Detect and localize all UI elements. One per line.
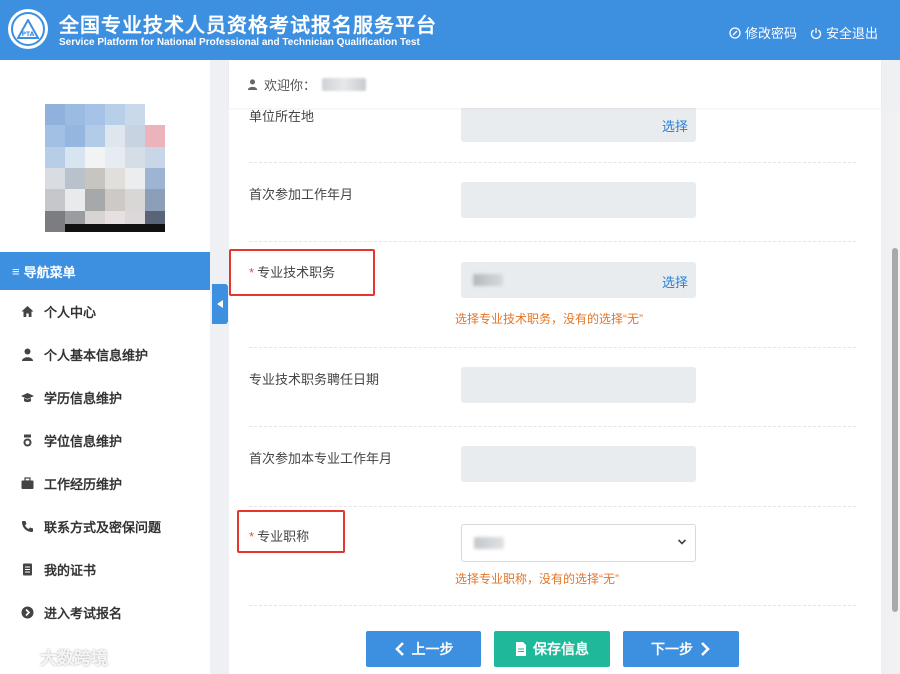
row-divider	[249, 347, 856, 348]
nav-menu-header: ≡ 导航菜单	[0, 252, 210, 290]
welcome-bar: 欢迎你：	[229, 60, 881, 108]
medal-icon	[23, 434, 32, 447]
highlight-box-tech-position	[229, 249, 375, 296]
tech-position-select-link[interactable]: 选择	[662, 272, 688, 291]
menu-icon: ≡	[12, 263, 20, 279]
sidebar-collapse-button[interactable]	[212, 284, 228, 324]
row-divider	[249, 605, 856, 606]
professional-title-hint: 选择专业职称，没有的选择“无”	[455, 572, 619, 586]
platform-title: 全国专业技术人员资格考试报名服务平台	[59, 13, 437, 37]
logout-link[interactable]: 安全退出	[810, 23, 878, 42]
first-major-work-date-field[interactable]	[461, 446, 696, 482]
chevron-down-icon	[677, 539, 687, 545]
watermark-logo-icon	[9, 648, 35, 665]
user-icon	[247, 78, 258, 90]
first-work-date-label: 首次参加工作年月	[249, 187, 354, 202]
row-divider	[249, 162, 856, 163]
phone-icon	[22, 521, 33, 532]
svg-text:PTA: PTA	[22, 31, 35, 38]
sidebar: ≡ 导航菜单 个人中心 个人基本信息维护 学历信息维护 学位信息维护 工作经历维…	[0, 60, 210, 674]
user-icon	[22, 348, 33, 361]
chevron-left-icon	[394, 642, 404, 656]
sidebar-item-basic-info[interactable]: 个人基本信息维护	[0, 333, 210, 376]
sidebar-item-certificates[interactable]: 我的证书	[0, 548, 210, 591]
main-form-panel: 单位所在地 选择 首次参加工作年月 * 专业技术职务 选择 选择专业技术职务，没有…	[229, 60, 881, 674]
sidebar-item-contact[interactable]: 联系方式及密保问题	[0, 505, 210, 548]
sidebar-item-exam-registration[interactable]: 进入考试报名	[0, 591, 210, 634]
unit-location-label: 单位所在地	[249, 109, 315, 124]
highlight-box-professional-title	[237, 510, 345, 553]
redacted-value	[474, 537, 504, 549]
tech-position-hint: 选择专业技术职务，没有的选择“无”	[455, 312, 643, 326]
row-divider	[249, 506, 856, 507]
graduation-cap-icon	[21, 393, 34, 403]
sidebar-item-personal-center[interactable]: 个人中心	[0, 290, 210, 333]
unit-location-field[interactable]: 选择	[461, 106, 696, 142]
save-info-button[interactable]: 保存信息	[494, 631, 610, 667]
tech-position-date-field[interactable]	[461, 367, 696, 403]
avatar	[45, 104, 165, 232]
scrollbar-thumb[interactable]	[892, 248, 898, 612]
previous-step-button[interactable]: 上一步	[366, 631, 481, 667]
arrow-circle-icon	[21, 606, 34, 619]
caret-left-icon	[217, 300, 223, 308]
change-password-link[interactable]: 修改密码	[729, 23, 797, 42]
platform-subtitle: Service Platform for National Profession…	[59, 37, 420, 48]
redacted-value	[473, 274, 503, 286]
sidebar-item-degree[interactable]: 学位信息维护	[0, 419, 210, 462]
chevron-right-icon	[701, 642, 710, 656]
first-major-work-date-label: 首次参加本专业工作年月	[249, 451, 393, 466]
certificate-icon	[23, 563, 32, 576]
first-work-date-field[interactable]	[461, 182, 696, 218]
tech-position-date-label: 专业技术职务聘任日期	[249, 372, 380, 387]
next-step-button[interactable]: 下一步	[623, 631, 739, 667]
sidebar-item-work-experience[interactable]: 工作经历维护	[0, 462, 210, 505]
platform-logo: PTA	[8, 9, 48, 49]
professional-title-select[interactable]	[461, 524, 696, 562]
redacted-username	[322, 77, 367, 91]
welcome-label: 欢迎你：	[264, 77, 317, 93]
avatar-bar	[65, 224, 165, 232]
tech-position-field[interactable]: 选择	[461, 262, 696, 298]
home-icon	[21, 306, 34, 317]
top-header: PTA 全国专业技术人员资格考试报名服务平台 Service Platform …	[0, 0, 900, 60]
edit-icon	[729, 26, 741, 39]
document-icon	[516, 642, 526, 656]
sidebar-item-education[interactable]: 学历信息维护	[0, 376, 210, 419]
row-divider	[249, 241, 856, 242]
briefcase-icon	[21, 477, 34, 489]
unit-location-select-link[interactable]: 选择	[662, 116, 688, 135]
watermark: 大数跨境	[8, 644, 108, 669]
row-divider	[249, 426, 856, 427]
power-icon	[810, 27, 822, 39]
